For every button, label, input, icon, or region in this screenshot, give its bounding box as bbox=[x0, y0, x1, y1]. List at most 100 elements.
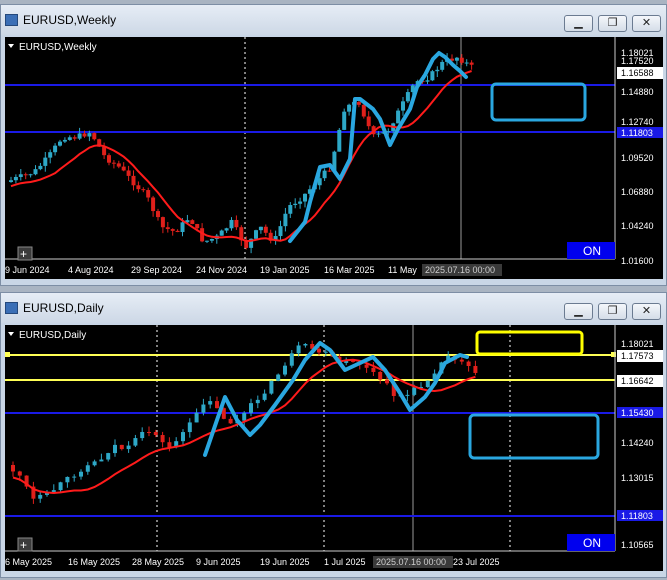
price-label: 1.09520 bbox=[621, 153, 654, 163]
chart-label-triangle-icon bbox=[8, 332, 14, 336]
restore-button[interactable]: ❐ bbox=[598, 15, 627, 32]
candle-body bbox=[337, 129, 342, 152]
candle-body bbox=[258, 226, 263, 231]
candle-body bbox=[376, 133, 381, 135]
chart-window-icon bbox=[5, 14, 18, 26]
daily-window-titlebar[interactable]: EURUSD,Daily ▁ ❐ ✕ bbox=[1, 293, 666, 323]
price-label: 1.01600 bbox=[621, 256, 654, 266]
candle-body bbox=[33, 169, 38, 175]
candle-body bbox=[278, 226, 283, 237]
daily-chart-area[interactable]: EURUSD,Daily 1.18021 1.17573 1.16642 1.1… bbox=[5, 325, 663, 571]
candle-body bbox=[473, 366, 478, 373]
candle-body bbox=[17, 471, 22, 476]
candle-body bbox=[254, 230, 258, 239]
price-label: 1.12740 bbox=[621, 117, 654, 127]
date-label: 16 Mar 2025 bbox=[324, 265, 375, 275]
candle-body bbox=[323, 351, 328, 353]
date-label: 9 Jun 2024 bbox=[5, 265, 50, 275]
candle-body bbox=[113, 444, 117, 454]
candle-body bbox=[234, 219, 239, 228]
candle-body bbox=[107, 155, 111, 163]
candle-body bbox=[327, 170, 332, 172]
candle-body bbox=[283, 213, 288, 227]
crosshair-plus-icon: + bbox=[20, 247, 27, 261]
weekly-window-titlebar[interactable]: EURUSD,Weekly ▁ ❐ ✕ bbox=[1, 5, 666, 35]
candle-body bbox=[224, 228, 229, 231]
candle-body bbox=[9, 180, 13, 182]
close-button[interactable]: ✕ bbox=[632, 15, 661, 32]
weekly-chart-window: EURUSD,Weekly ▁ ❐ ✕ EURUSD,Weekly 1.1802… bbox=[0, 4, 667, 286]
date-label: 23 Jul 2025 bbox=[453, 557, 500, 567]
candle-body bbox=[405, 394, 410, 396]
candle-body bbox=[99, 459, 104, 462]
daily-yellow-target-box bbox=[475, 330, 584, 356]
candle-body bbox=[317, 348, 321, 353]
weekly-chart-area[interactable]: EURUSD,Weekly 1.18021 1.17520 1.16588 1.… bbox=[5, 37, 663, 279]
candle-body bbox=[356, 102, 361, 105]
candle-body bbox=[136, 185, 141, 190]
daily-time-axis: 6 May 2025 16 May 2025 28 May 2025 9 Jun… bbox=[5, 556, 500, 568]
candle-body bbox=[72, 137, 77, 139]
candle-body bbox=[160, 217, 165, 228]
candle-body bbox=[385, 379, 389, 384]
candle-body bbox=[106, 453, 111, 460]
daily-blue-target-box bbox=[468, 413, 600, 460]
daily-chart-label: EURUSD,Daily bbox=[19, 330, 86, 341]
candle-body bbox=[167, 442, 172, 448]
candle-body bbox=[92, 133, 97, 140]
candle-body bbox=[165, 227, 170, 230]
date-label: 16 May 2025 bbox=[68, 557, 120, 567]
weekly-candles bbox=[9, 53, 474, 254]
date-label: 11 May bbox=[388, 265, 417, 275]
date-label: 19 Jan 2025 bbox=[260, 265, 310, 275]
candle-body bbox=[303, 343, 308, 346]
close-button[interactable]: ✕ bbox=[632, 303, 661, 320]
candle-body bbox=[153, 432, 158, 436]
weekly-window-title: EURUSD,Weekly bbox=[23, 13, 117, 27]
candle-body bbox=[195, 223, 200, 229]
candle-body bbox=[229, 219, 234, 229]
current-price-label: 1.16588 bbox=[621, 68, 654, 78]
date-label: 1 Jul 2025 bbox=[324, 557, 366, 567]
candle-body bbox=[119, 444, 124, 450]
price-label: 1.06880 bbox=[621, 187, 654, 197]
candle-body bbox=[347, 104, 352, 112]
date-label: 9 Jun 2025 bbox=[196, 557, 241, 567]
minimize-button[interactable]: ▁ bbox=[564, 303, 593, 320]
price-label: 1.18021 bbox=[621, 339, 654, 349]
line-handle[interactable] bbox=[5, 352, 10, 357]
candle-body bbox=[219, 230, 224, 236]
candle-body bbox=[131, 175, 136, 186]
candle-body bbox=[82, 133, 87, 137]
candle-body bbox=[65, 476, 70, 483]
candle-body bbox=[263, 226, 268, 233]
candle-body bbox=[126, 445, 131, 450]
daily-chart-window: EURUSD,Daily ▁ ❐ ✕ EURUSD,Daily 1.18021 … bbox=[0, 292, 667, 578]
crosshair-date-label: 2025.07.16 00:00 bbox=[425, 265, 495, 275]
candle-body bbox=[116, 163, 121, 167]
candle-body bbox=[181, 432, 185, 442]
restore-button[interactable]: ❐ bbox=[598, 303, 627, 320]
candle-body bbox=[62, 139, 67, 142]
candle-body bbox=[269, 380, 274, 394]
candle-body bbox=[28, 174, 33, 176]
candle-body bbox=[170, 229, 175, 231]
candle-body bbox=[180, 222, 185, 233]
minimize-button[interactable]: ▁ bbox=[564, 15, 593, 32]
candle-body bbox=[466, 361, 471, 367]
price-label: 1.14880 bbox=[621, 87, 654, 97]
candle-body bbox=[208, 401, 213, 405]
candle-body bbox=[23, 174, 28, 176]
candle-body bbox=[92, 461, 97, 466]
candle-body bbox=[72, 476, 77, 478]
bottom-line-price-label: 1.11803 bbox=[621, 511, 653, 521]
crosshair-date-label: 2025.07.16 00:00 bbox=[376, 557, 446, 567]
yellow-line-price-label: 1.17573 bbox=[621, 351, 654, 361]
chart-label-triangle-icon bbox=[8, 44, 14, 48]
date-label: 28 May 2025 bbox=[132, 557, 184, 567]
weekly-chart-svg: EURUSD,Weekly 1.18021 1.17520 1.16588 1.… bbox=[5, 37, 663, 276]
candle-body bbox=[43, 157, 48, 166]
candle-body bbox=[126, 170, 131, 176]
candle-body bbox=[53, 145, 58, 153]
daily-price-axis: 1.18021 1.17573 1.16642 1.15430 1.14240 … bbox=[617, 339, 663, 550]
